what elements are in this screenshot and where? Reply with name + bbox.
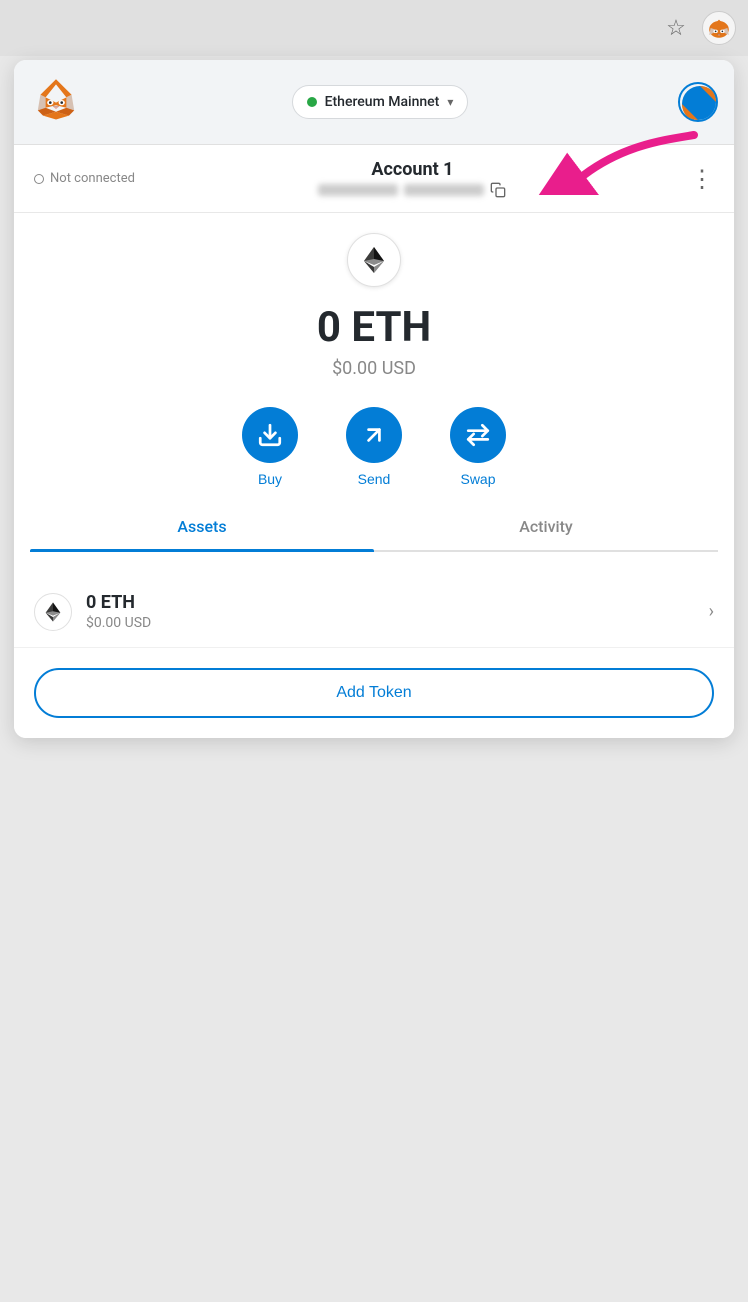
metamask-popup: Ethereum Mainnet ▾ Not connected Account… xyxy=(14,60,734,738)
send-button[interactable]: Send xyxy=(346,407,402,487)
network-name-label: Ethereum Mainnet xyxy=(325,94,440,110)
popup-header: Ethereum Mainnet ▾ xyxy=(14,60,734,145)
asset-chevron-right-icon: › xyxy=(709,601,714,622)
metamask-logo xyxy=(30,74,82,130)
metamask-extension-icon[interactable] xyxy=(702,11,736,45)
buy-label: Buy xyxy=(258,471,282,487)
add-token-button[interactable]: Add Token xyxy=(34,668,714,718)
balance-usd: $0.00 USD xyxy=(30,358,718,379)
tab-bar: Assets Activity xyxy=(30,503,718,552)
swap-button-circle xyxy=(450,407,506,463)
buy-icon xyxy=(257,422,283,448)
chevron-down-icon: ▾ xyxy=(447,95,453,109)
tab-activity[interactable]: Activity xyxy=(374,503,718,550)
send-icon xyxy=(361,422,387,448)
swap-icon xyxy=(465,422,491,448)
asset-usd-amount: $0.00 USD xyxy=(86,615,709,631)
tab-assets[interactable]: Assets xyxy=(30,503,374,550)
fox-avatar-svg xyxy=(705,14,733,42)
assets-list: 0 ETH $0.00 USD › xyxy=(14,576,734,648)
star-icon: ☆ xyxy=(666,16,686,41)
buy-button-circle xyxy=(242,407,298,463)
account-name: Account 1 xyxy=(135,159,690,180)
address-blur-2 xyxy=(404,184,484,196)
account-bar: Not connected Account 1 ⋮ xyxy=(14,145,734,213)
star-bookmark-button[interactable]: ☆ xyxy=(660,12,692,44)
connection-status: Not connected xyxy=(34,171,135,186)
add-token-section: Add Token xyxy=(14,648,734,738)
send-button-circle xyxy=(346,407,402,463)
balance-section: 0 ETH $0.00 USD Buy xyxy=(14,213,734,576)
asset-eth-amount: 0 ETH xyxy=(86,592,709,613)
network-status-dot xyxy=(307,97,317,107)
action-buttons: Buy Send xyxy=(30,407,718,487)
swap-label: Swap xyxy=(460,471,495,487)
connection-status-label: Not connected xyxy=(50,171,135,186)
eth-asset-logo xyxy=(34,593,72,631)
annotation-container: Not connected Account 1 ⋮ xyxy=(14,145,734,213)
eth-asset-item[interactable]: 0 ETH $0.00 USD › xyxy=(14,576,734,648)
account-address xyxy=(135,182,690,198)
not-connected-dot xyxy=(34,174,44,184)
address-blur-1 xyxy=(318,184,398,196)
send-label: Send xyxy=(358,471,391,487)
account-avatar[interactable] xyxy=(678,82,718,122)
account-info: Account 1 xyxy=(135,159,690,198)
swap-button[interactable]: Swap xyxy=(450,407,506,487)
more-options-button[interactable]: ⋮ xyxy=(690,167,714,191)
buy-button[interactable]: Buy xyxy=(242,407,298,487)
eth-logo-circle xyxy=(347,233,401,287)
eth-logo-svg xyxy=(359,245,389,275)
network-selector[interactable]: Ethereum Mainnet ▾ xyxy=(292,85,469,119)
asset-details: 0 ETH $0.00 USD xyxy=(86,592,709,631)
eth-asset-icon xyxy=(42,601,64,623)
balance-eth: 0 ETH xyxy=(30,303,718,352)
copy-address-icon[interactable] xyxy=(490,182,506,198)
browser-toolbar: ☆ xyxy=(0,0,748,56)
